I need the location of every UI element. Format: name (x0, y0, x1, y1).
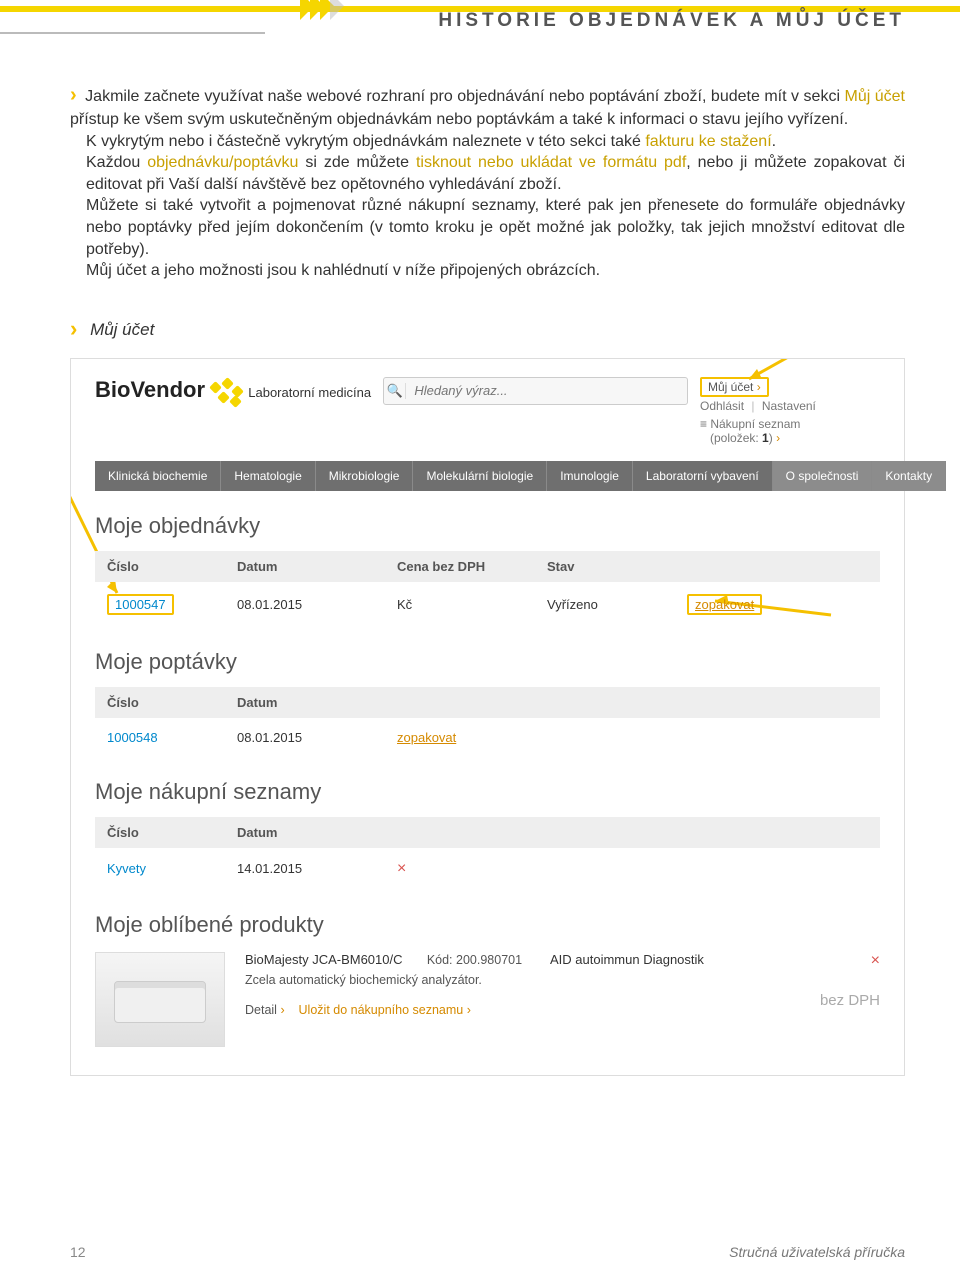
cart-summary[interactable]: ≡ Nákupní seznam (položek: 1) › (700, 417, 880, 445)
menu-item[interactable]: Laboratorní vybavení (633, 461, 773, 491)
order-date: 08.01.2015 (237, 597, 397, 612)
orders-header-row: Číslo Datum Cena bez DPH Stav (95, 551, 880, 582)
page-title: HISTORIE OBJEDNÁVEK A MŮJ ÚČET (438, 10, 905, 32)
page-footer: 12 Stručná uživatelská příručka (0, 1244, 960, 1260)
orders-row: 1000547 08.01.2015 Kč Vyřízeno zopakovat (95, 582, 880, 627)
order-status: Vyřízeno (547, 597, 687, 612)
logo: BioVendor Laboratorní medicína (95, 377, 371, 408)
menu-item[interactable]: Hematologie (221, 461, 315, 491)
product-image (95, 952, 225, 1047)
my-account-link[interactable]: Můj účet › (700, 377, 769, 397)
account-panel: Můj účet › Odhlásit | Nastavení ≡ Nákupn… (700, 377, 880, 445)
inquiry-number-link[interactable]: 1000548 (107, 730, 158, 745)
inquiries-row: 1000548 08.01.2015 zopakovat (95, 718, 880, 757)
remove-favorite-icon[interactable]: × (871, 952, 880, 969)
product-title: BioMajesty JCA-BM6010/C (245, 952, 403, 967)
gray-rule (0, 32, 265, 34)
detail-link[interactable]: Detail › (245, 1003, 285, 1017)
screenshot-mock: BioVendor Laboratorní medicína 🔍 (70, 358, 905, 1076)
inquiries-heading: Moje poptávky (95, 649, 880, 675)
menu-item[interactable]: Mikrobiologie (316, 461, 414, 491)
header-area: HISTORIE OBJEDNÁVEK A MŮJ ÚČET (70, 0, 905, 44)
order-price: Kč (397, 597, 547, 612)
lists-heading: Moje nákupní seznamy (95, 779, 880, 805)
settings-link[interactable]: Nastavení (762, 399, 816, 413)
save-to-list-link[interactable]: Uložit do nákupního seznamu › (299, 1003, 471, 1017)
product-brand: AID autoimmun Diagnostik (550, 952, 740, 967)
menu-item[interactable]: Molekulární biologie (413, 461, 547, 491)
order-repeat-link[interactable]: zopakovat (687, 594, 762, 615)
list-date: 14.01.2015 (237, 861, 397, 876)
list-name-link[interactable]: Kyvety (107, 861, 146, 876)
inquiry-repeat-link[interactable]: zopakovat (397, 730, 456, 745)
search-input[interactable] (406, 379, 687, 402)
delete-icon[interactable]: × (397, 860, 406, 877)
intro-text: › Jakmile začnete využívat naše webové r… (70, 82, 905, 282)
chevron-decor (300, 0, 340, 20)
order-number-link[interactable]: 1000547 (107, 594, 174, 615)
product-desc: Zcela automatický biochemický analyzátor… (245, 973, 530, 987)
menu-item[interactable]: Imunologie (547, 461, 633, 491)
favorite-item: BioMajesty JCA-BM6010/C Kód: 200.980701 … (95, 952, 880, 1047)
page-number: 12 (70, 1244, 86, 1260)
price-label: bez DPH (760, 992, 880, 1009)
lists-header-row: Číslo Datum (95, 817, 880, 848)
menu-item[interactable]: Kontakty (872, 461, 946, 491)
main-menu: Klinická biochemie Hematologie Mikrobiol… (95, 461, 880, 491)
logout-link[interactable]: Odhlásit (700, 399, 744, 413)
search-icon: 🔍 (384, 383, 406, 399)
favs-heading: Moje oblíbené produkty (95, 912, 880, 938)
search-box: 🔍 (383, 377, 688, 405)
bullet-caret-icon: › (70, 84, 77, 106)
figure-caption: Můj účet (70, 316, 905, 342)
menu-item[interactable]: Klinická biochemie (95, 461, 221, 491)
inquiries-header-row: Číslo Datum (95, 687, 880, 718)
orders-heading: Moje objednávky (95, 513, 880, 539)
guide-label: Stručná uživatelská příručka (729, 1244, 905, 1260)
lists-row: Kyvety 14.01.2015 × (95, 848, 880, 890)
menu-item[interactable]: O společnosti (773, 461, 873, 491)
inquiry-date: 08.01.2015 (237, 730, 397, 745)
